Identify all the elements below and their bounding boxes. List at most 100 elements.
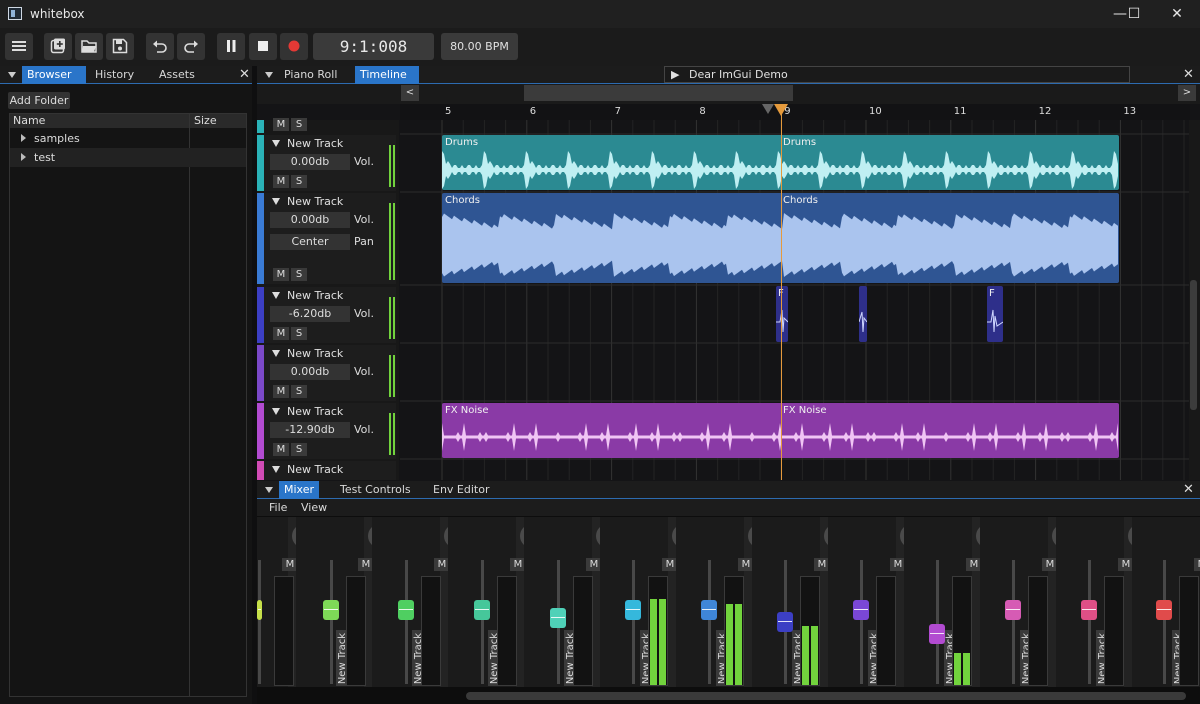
mute-button[interactable]: M — [273, 175, 289, 188]
solo-button[interactable]: S — [291, 385, 307, 398]
add-folder-button[interactable]: Add Folder — [8, 92, 70, 109]
arrangement-area[interactable]: Drums Drums Chords Chords F F FX Noise F… — [400, 120, 1190, 480]
collapse-track-icon[interactable] — [272, 466, 280, 473]
collapse-icon[interactable] — [265, 487, 273, 493]
list-item[interactable]: samples — [10, 129, 246, 148]
expand-icon[interactable] — [21, 153, 26, 161]
solo-button[interactable]: S — [291, 118, 307, 131]
close-timeline-icon[interactable]: ✕ — [1183, 67, 1194, 82]
tab-test-controls[interactable]: Test Controls — [335, 481, 416, 499]
scroll-right-button[interactable]: > — [1178, 85, 1196, 101]
solo-button[interactable]: S — [291, 443, 307, 456]
mute-button[interactable]: M — [1194, 558, 1200, 571]
timeline-ruler[interactable] — [400, 104, 1190, 120]
volume-field[interactable]: -12.90db — [270, 422, 350, 438]
collapse-track-icon[interactable] — [272, 198, 280, 205]
fader-handle[interactable] — [323, 600, 339, 620]
time-display[interactable]: 9:1:008 — [313, 33, 434, 60]
close-panel-icon[interactable]: ✕ — [239, 67, 250, 82]
stop-button[interactable] — [249, 33, 277, 60]
imgui-demo-window[interactable]: ▶ Dear ImGui Demo — [664, 66, 1130, 83]
loop-marker-icon[interactable] — [760, 104, 792, 118]
solo-button[interactable]: S — [291, 268, 307, 281]
clip-short[interactable]: F — [776, 286, 788, 342]
close-window-button[interactable]: ✕ — [1154, 0, 1200, 28]
expand-icon[interactable] — [21, 134, 26, 142]
mute-button[interactable]: M — [273, 118, 289, 131]
solo-button[interactable]: S — [291, 327, 307, 340]
track-name[interactable]: New Track — [287, 195, 343, 208]
tab-mixer[interactable]: Mixer — [279, 481, 319, 499]
maximize-button[interactable]: ☐ — [1111, 0, 1157, 28]
track-name[interactable]: New Track — [287, 347, 343, 360]
collapse-arrow-icon[interactable]: ▶ — [671, 67, 679, 83]
vertical-scroll-thumb[interactable] — [1190, 280, 1197, 410]
bar-number: 13 — [1123, 106, 1137, 117]
volume-field[interactable]: 0.00db — [270, 212, 350, 228]
title-bar — [0, 0, 1200, 28]
mute-button[interactable]: M — [273, 268, 289, 281]
track-name[interactable]: New Track — [287, 405, 343, 418]
collapse-track-icon[interactable] — [272, 292, 280, 299]
fader-handle[interactable] — [853, 600, 869, 620]
solo-button[interactable]: S — [291, 175, 307, 188]
collapse-track-icon[interactable] — [272, 408, 280, 415]
tab-assets[interactable]: Assets — [154, 66, 200, 84]
redo-button[interactable] — [177, 33, 205, 60]
fader-handle[interactable] — [474, 600, 490, 620]
volume-field[interactable]: -6.20db — [270, 306, 350, 322]
pause-button[interactable] — [217, 33, 245, 60]
fader-handle[interactable] — [1005, 600, 1021, 620]
new-file-button[interactable] — [44, 33, 72, 60]
fader-handle[interactable] — [257, 600, 262, 620]
volume-field[interactable]: 0.00db — [270, 364, 350, 380]
menu-file[interactable]: File — [269, 501, 287, 514]
clip-short[interactable] — [859, 286, 867, 342]
open-folder-button[interactable] — [75, 33, 103, 60]
playhead[interactable] — [781, 104, 782, 480]
fader-handle[interactable] — [777, 612, 793, 632]
fader-handle[interactable] — [550, 608, 566, 628]
scroll-left-button[interactable]: < — [401, 85, 419, 101]
menu-button[interactable] — [5, 33, 33, 60]
track-name[interactable]: New Track — [287, 463, 343, 476]
fader-handle[interactable] — [929, 624, 945, 644]
collapse-icon[interactable] — [8, 72, 16, 78]
volume-label: Vol. — [354, 155, 374, 168]
volume-field[interactable]: 0.00db — [270, 154, 350, 170]
track-name[interactable]: New Track — [287, 289, 343, 302]
collapse-track-icon[interactable] — [272, 140, 280, 147]
bpm-display[interactable]: 80.00 BPM — [441, 33, 518, 60]
track-name[interactable]: New Track — [287, 137, 343, 150]
fader-handle[interactable] — [1081, 600, 1097, 620]
fader-handle[interactable] — [701, 600, 717, 620]
mute-button[interactable]: M — [273, 443, 289, 456]
tab-env-editor[interactable]: Env Editor — [428, 481, 494, 499]
tab-timeline[interactable]: Timeline — [355, 66, 419, 84]
undo-button[interactable] — [146, 33, 174, 60]
fader-handle[interactable] — [398, 600, 414, 620]
save-button[interactable] — [106, 33, 134, 60]
collapse-track-icon[interactable] — [272, 350, 280, 357]
clip-short[interactable]: F — [987, 286, 1003, 342]
pan-field[interactable]: Center — [270, 234, 350, 250]
track-color-bar — [257, 135, 264, 191]
timeline-scroll-thumb[interactable] — [524, 85, 793, 101]
mixer-scrollbar[interactable] — [466, 692, 1186, 700]
column-divider[interactable] — [189, 113, 190, 697]
tab-piano-roll[interactable]: Piano Roll — [279, 66, 342, 84]
record-button[interactable] — [280, 33, 308, 60]
pan-label: Pan — [354, 235, 374, 248]
collapse-icon[interactable] — [265, 72, 273, 78]
fader-handle[interactable] — [625, 600, 641, 620]
fader-handle[interactable] — [1156, 600, 1172, 620]
tab-browser[interactable]: Browser — [22, 66, 86, 84]
close-mixer-icon[interactable]: ✕ — [1183, 482, 1194, 497]
tab-history[interactable]: History — [90, 66, 139, 84]
menu-view[interactable]: View — [301, 501, 327, 514]
level-meter — [393, 355, 395, 397]
meter-fill — [963, 653, 970, 685]
mute-button[interactable]: M — [273, 385, 289, 398]
mute-button[interactable]: M — [273, 327, 289, 340]
list-item[interactable]: test — [10, 148, 246, 167]
